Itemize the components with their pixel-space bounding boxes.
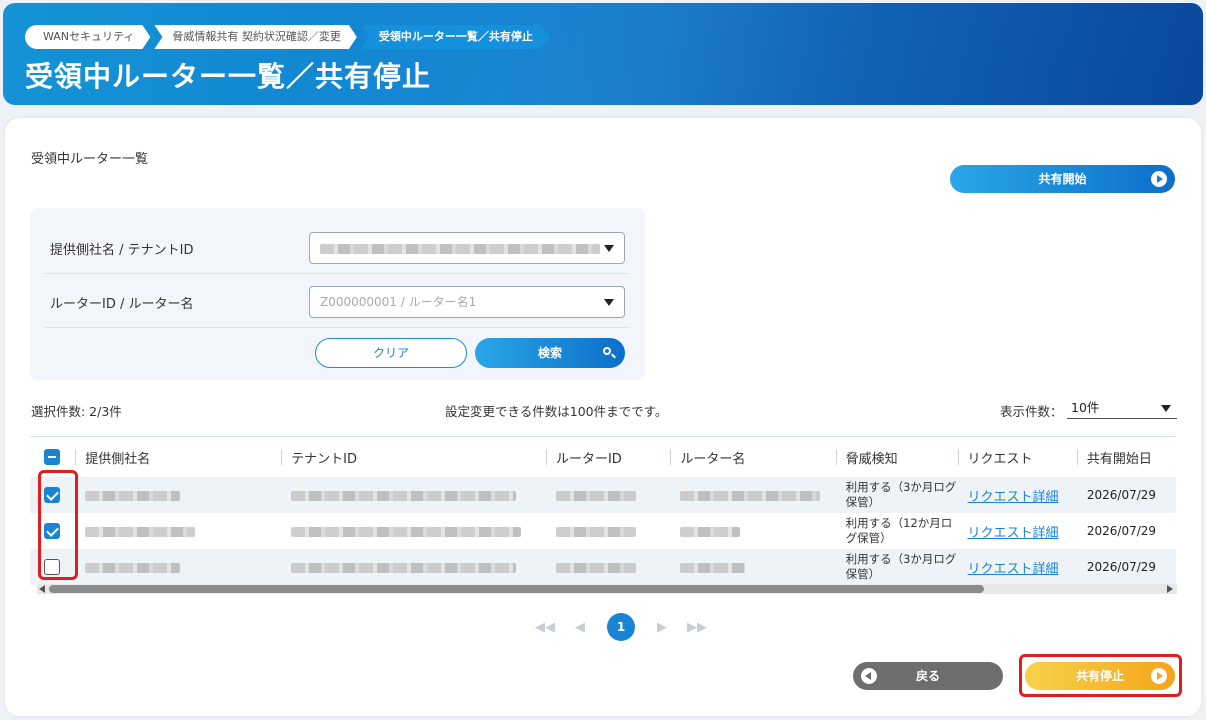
caret-down-icon (604, 245, 614, 252)
redacted-value (291, 490, 517, 501)
threat-value: 利用する（3か月ログ保管） (835, 549, 958, 585)
redacted-value (85, 490, 181, 501)
search-icon (603, 347, 611, 355)
search-button[interactable]: 検索 (475, 338, 625, 368)
share-start-label: 共有開始 (1038, 172, 1087, 186)
redacted-value (680, 490, 821, 501)
table-row: 利用する（3か月ログ保管） リクエスト詳細 2026/07/29 (30, 477, 1176, 513)
table-row: 利用する（12か月ログ保管） リクエスト詳細 2026/07/29 (30, 513, 1176, 549)
breadcrumb-item-current: 受領中ルーター一覧／共有停止 (361, 25, 551, 49)
table-row: 利用する（3か月ログ保管） リクエスト詳細 2026/07/29 (30, 549, 1176, 585)
start-date: 2026/07/29 (1076, 513, 1176, 549)
search-panel: 提供側社名 / テナントID ルーターID / ルーター名 Z000000001… (30, 208, 645, 380)
caret-down-icon (1161, 405, 1171, 412)
start-date: 2026/07/29 (1076, 477, 1176, 513)
router-table: 提供側社名 テナントID ルーターID ルーター名 脅威検知 リクエスト 共有開… (30, 436, 1176, 596)
select-all-checkbox[interactable] (44, 449, 60, 465)
last-page-icon[interactable]: ▶▶ (687, 620, 707, 635)
perpage-select[interactable]: 10件 (1067, 397, 1177, 419)
checkbox-highlight (38, 470, 78, 580)
header-decoration (303, 3, 1203, 105)
perpage-value: 10件 (1071, 400, 1100, 415)
page-header: WANセキュリティ 脅威情報共有 契約状況確認／変更 受領中ルーター一覧／共有停… (3, 3, 1203, 105)
caret-down-icon (604, 299, 614, 306)
arrow-left-icon (861, 668, 877, 684)
column-start-date[interactable]: 共有開始日 (1076, 437, 1176, 477)
column-threat[interactable]: 脅威検知 (835, 437, 958, 477)
scroll-left-icon[interactable] (39, 585, 45, 593)
clear-button[interactable]: クリア (315, 338, 467, 368)
perpage-label: 表示件数： (1000, 404, 1063, 419)
search-label: 検索 (537, 346, 562, 360)
redacted-value (85, 562, 181, 573)
column-request[interactable]: リクエスト (957, 437, 1077, 477)
redacted-value (555, 526, 636, 537)
redacted-value (555, 562, 636, 573)
search-row-provider: 提供側社名 / テナントID (44, 220, 629, 274)
redacted-value (555, 490, 636, 501)
share-start-button[interactable]: 共有開始 (950, 165, 1175, 193)
column-router-name[interactable]: ルーター名 (670, 437, 835, 477)
table-scrollbar[interactable] (37, 584, 1177, 594)
redacted-value (680, 526, 741, 537)
breadcrumb-item-contract[interactable]: 脅威情報共有 契約状況確認／変更 (154, 25, 357, 49)
search-row-router: ルーターID / ルーター名 Z000000001 / ルーター名1 (44, 274, 629, 328)
pagination: ◀◀ ◀ 1 ▶ ▶▶ (525, 612, 717, 642)
column-provider[interactable]: 提供側社名 (75, 437, 281, 477)
selected-count: 選択件数: 2/3件 (31, 404, 122, 419)
request-detail-link[interactable]: リクエスト詳細 (968, 490, 1059, 505)
breadcrumb: WANセキュリティ 脅威情報共有 契約状況確認／変更 受領中ルーター一覧／共有停… (25, 25, 555, 49)
router-select[interactable]: Z000000001 / ルーター名1 (309, 286, 625, 318)
redacted-value (291, 562, 517, 573)
router-label: ルーターID / ルーター名 (50, 297, 194, 312)
provider-select[interactable] (309, 232, 625, 264)
share-stop-highlight (1019, 654, 1182, 697)
page-title: 受領中ルーター一覧／共有停止 (25, 60, 432, 93)
threat-value: 利用する（12か月ログ保管） (835, 513, 958, 549)
first-page-icon[interactable]: ◀◀ (535, 620, 555, 635)
redacted-value (291, 526, 522, 537)
provider-value-redacted (320, 243, 600, 254)
limit-notice: 設定変更できる件数は100件までです。 (445, 404, 668, 419)
provider-label: 提供側社名 / テナントID (50, 243, 194, 258)
back-label: 戻る (915, 669, 940, 683)
scroll-right-icon[interactable] (1167, 585, 1173, 593)
threat-value: 利用する（3か月ログ保管） (835, 477, 958, 513)
arrow-right-icon (1151, 171, 1167, 187)
scroll-thumb[interactable] (49, 585, 984, 593)
request-detail-link[interactable]: リクエスト詳細 (968, 526, 1059, 541)
redacted-value (680, 562, 746, 573)
start-date: 2026/07/29 (1076, 549, 1176, 585)
request-detail-link[interactable]: リクエスト詳細 (968, 562, 1059, 577)
redacted-value (85, 526, 196, 537)
next-page-icon[interactable]: ▶ (657, 620, 667, 635)
section-title: 受領中ルーター一覧 (31, 152, 149, 167)
column-tenant-id[interactable]: テナントID (281, 437, 546, 477)
breadcrumb-item-wan[interactable]: WANセキュリティ (25, 25, 150, 49)
back-button[interactable]: 戻る (853, 662, 1003, 690)
page-number-current[interactable]: 1 (607, 613, 635, 641)
column-router-id[interactable]: ルーターID (545, 437, 670, 477)
router-placeholder: Z000000001 / ルーター名1 (320, 295, 477, 309)
table-header-row: 提供側社名 テナントID ルーターID ルーター名 脅威検知 リクエスト 共有開… (30, 437, 1176, 477)
main-panel: 受領中ルーター一覧 共有開始 提供側社名 / テナントID ルーターID / ル… (5, 118, 1201, 716)
prev-page-icon[interactable]: ◀ (575, 620, 585, 635)
